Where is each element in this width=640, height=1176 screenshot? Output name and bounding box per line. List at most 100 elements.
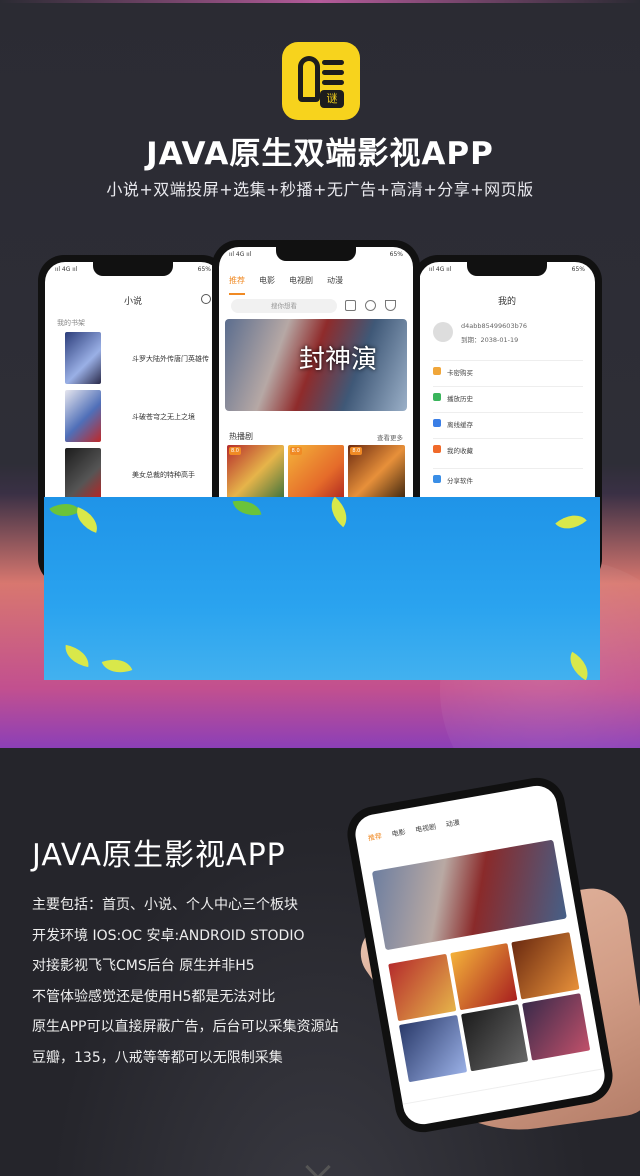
screen-title: 小说 <box>123 297 142 307</box>
book-cover <box>65 390 101 442</box>
leaf-decoration <box>71 507 103 533</box>
hero-title: JAVA原生双端影视APP <box>146 136 494 172</box>
feature-line: 主要包括：首页、小说、个人中心三个板块 <box>32 897 298 913</box>
poster[interactable] <box>398 1014 467 1083</box>
featured-banner[interactable]: 封神演 <box>225 319 407 411</box>
banner-title: 封神演 <box>299 345 378 375</box>
history-icon[interactable] <box>365 300 376 311</box>
hero-subtitle: 小说+双端投屏+选集+秒播+无广告+高清+分享+网页版 <box>106 180 534 199</box>
hot-heading: 热播剧 <box>229 432 253 441</box>
feature-list: 主要包括：首页、小说、个人中心三个板块 开发环境 IOS:OC 安卓:ANDRO… <box>32 890 338 1073</box>
signal-indicator: ııl 4G ııl <box>55 266 78 273</box>
poster[interactable] <box>449 943 518 1011</box>
poster[interactable]: 8.0 <box>348 445 406 505</box>
tab-recommend[interactable]: 推荐 <box>367 831 383 843</box>
book-cover <box>65 332 101 384</box>
card-icon <box>433 367 441 375</box>
logo-bar <box>322 70 344 75</box>
phone-notch <box>467 262 547 276</box>
menu-item-cache[interactable]: 离线缓存 <box>433 412 583 432</box>
poster[interactable] <box>511 932 580 1000</box>
app-logo: 谜 <box>282 42 360 120</box>
category-tabs: 推荐 电影 电视剧 动漫 <box>229 275 403 295</box>
poster-row: 8.0 8.0 8.0 <box>227 445 406 505</box>
search-icon[interactable] <box>201 294 211 304</box>
poster[interactable] <box>460 1004 529 1072</box>
poster[interactable]: 8.0 <box>227 445 284 505</box>
favorite-icon[interactable] <box>345 300 356 311</box>
book-cover <box>65 448 101 500</box>
share-icon <box>433 475 441 483</box>
section-title: JAVA原生影视APP <box>32 838 286 873</box>
tab-tv[interactable]: 电视剧 <box>289 275 313 295</box>
top-accent-line <box>0 0 640 3</box>
download-icon[interactable] <box>385 300 396 311</box>
poster[interactable] <box>522 993 591 1061</box>
poster[interactable] <box>388 953 457 1022</box>
book-item[interactable]: 斗罗大陆外传唐门英雄传 <box>57 332 217 388</box>
sky-banner <box>44 497 600 680</box>
search-input[interactable]: 搜你想看 <box>231 299 337 313</box>
tab-movie[interactable]: 电影 <box>391 827 407 839</box>
poster-grid <box>388 932 591 1083</box>
menu-label: 离线缓存 <box>447 421 473 429</box>
screen-title: 我的 <box>497 297 516 307</box>
menu-item-share[interactable]: 分享软件 <box>433 468 583 488</box>
category-tabs: 推荐 电影 电视剧 动漫 <box>367 818 460 844</box>
rating-badge: 8.0 <box>229 447 241 455</box>
tab-tv[interactable]: 电视剧 <box>415 822 437 835</box>
bookshelf-heading: 我的书架 <box>57 319 85 327</box>
leaf-decoration <box>232 497 262 520</box>
menu-label: 分享软件 <box>447 477 473 485</box>
rating-badge: 8.0 <box>289 447 302 455</box>
user-id: d4abb85499603b76 <box>461 322 527 330</box>
phone-notch <box>276 247 356 261</box>
logo-mic-shape <box>298 56 320 102</box>
rating-badge: 8.0 <box>350 447 363 455</box>
logo-seal: 谜 <box>320 90 344 108</box>
logo-bar <box>322 80 344 85</box>
battery-indicator: 65% <box>389 251 403 258</box>
menu-item-purchase[interactable]: 卡密购买 <box>433 360 583 380</box>
page: 谜 JAVA原生双端影视APP 小说+双端投屏+选集+秒播+无广告+高清+分享+… <box>0 0 640 1176</box>
phone-screen: 推荐 电影 电视剧 动漫 <box>352 782 608 1128</box>
see-more-link[interactable]: 查看更多 <box>377 432 403 442</box>
book-item[interactable]: 斗破苍穹之无上之境 <box>57 390 217 446</box>
menu-item-history[interactable]: 播放历史 <box>433 386 583 406</box>
tab-anime[interactable]: 动漫 <box>327 275 343 295</box>
tab-recommend[interactable]: 推荐 <box>229 275 245 295</box>
book-title: 美女总裁的特种高手 <box>132 471 195 479</box>
expire-date: 到期：2038-01-19 <box>461 336 519 344</box>
history-icon <box>433 393 441 401</box>
feature-line: 原生APP可以直接屏蔽广告，后台可以采集资源站 <box>32 1019 339 1035</box>
feature-line: 豆瓣，135，八戒等等都可以无限制采集 <box>32 1049 283 1066</box>
chevron-down-icon[interactable] <box>305 1154 331 1176</box>
feature-line: 开发环境 IOS:OC 安卓:ANDROID STODIO <box>32 927 305 944</box>
battery-indicator: 65% <box>571 266 585 273</box>
phone-notch <box>93 262 173 276</box>
book-title: 斗罗大陆外传唐门英雄传 <box>132 355 209 363</box>
hero-section: 谜 JAVA原生双端影视APP 小说+双端投屏+选集+秒播+无广告+高清+分享+… <box>0 0 640 748</box>
book-title: 斗破苍穹之无上之境 <box>132 413 195 421</box>
heart-icon <box>433 445 441 453</box>
book-item[interactable]: 美女总裁的特种高手 <box>57 448 217 504</box>
signal-indicator: ııl 4G ııl <box>429 266 452 273</box>
menu-label: 播放历史 <box>447 395 473 403</box>
leaf-decoration <box>101 653 133 679</box>
tab-anime[interactable]: 动漫 <box>445 818 461 830</box>
menu-label: 卡密购买 <box>447 369 473 377</box>
leaf-decoration <box>323 497 355 528</box>
featured-banner[interactable] <box>371 839 567 951</box>
avatar <box>433 322 453 342</box>
leaf-decoration <box>62 644 92 668</box>
leaf-decoration <box>563 651 595 680</box>
logo-bar <box>322 60 344 65</box>
feature-line: 不管体验感觉还是使用H5都是无法对比 <box>32 988 276 1005</box>
poster[interactable]: 8.0 <box>287 445 345 505</box>
signal-indicator: ııl 4G ııl <box>229 251 252 258</box>
download-icon <box>433 419 441 427</box>
tab-movie[interactable]: 电影 <box>259 275 275 295</box>
feature-line: 对接影视飞飞CMS后台 原生并非H5 <box>32 958 255 974</box>
menu-item-favorites[interactable]: 我的收藏 <box>433 438 583 458</box>
leaf-decoration <box>555 506 587 538</box>
